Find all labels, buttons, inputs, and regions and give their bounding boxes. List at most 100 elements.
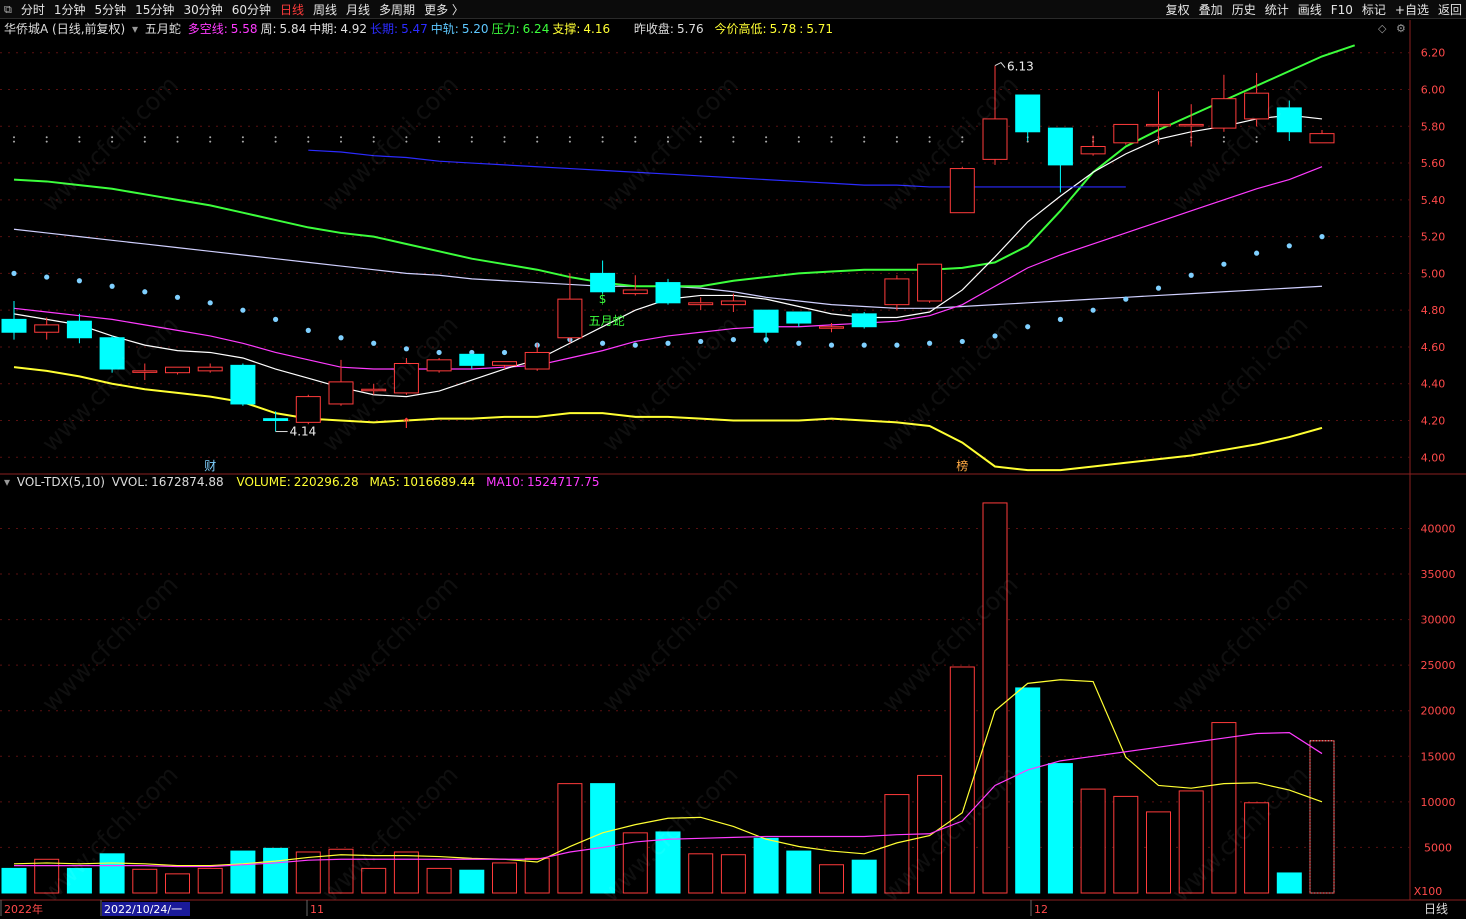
dotted-level — [895, 136, 898, 139]
sar-dot — [796, 340, 802, 346]
dotted-level — [1255, 140, 1258, 143]
candle-body — [753, 309, 779, 333]
price-tick-label: 4.00 — [1421, 451, 1446, 464]
volume-bar — [1276, 872, 1302, 894]
dotted-level — [438, 140, 441, 143]
candle-body — [230, 364, 256, 405]
candle-body — [295, 396, 321, 423]
dotted-level — [405, 136, 408, 139]
sar-dot — [174, 294, 181, 300]
volume-tick-label: 30000 — [1421, 614, 1456, 627]
sar-dot — [207, 300, 213, 306]
volume-tick-label: 25000 — [1421, 659, 1456, 672]
dotted-level — [568, 136, 571, 139]
candle-body — [1211, 98, 1237, 129]
candle-body — [197, 366, 223, 372]
sar-dot — [861, 342, 867, 348]
price-tick-label: 6.20 — [1421, 47, 1446, 60]
dotted-level — [340, 136, 342, 139]
sar-dot — [894, 342, 900, 348]
sar-dot — [1188, 272, 1194, 278]
candle-body — [982, 118, 1008, 160]
sar-dot — [1254, 250, 1260, 256]
dotted-level — [1222, 136, 1225, 139]
dotted-level — [699, 136, 702, 139]
candle-body — [1080, 146, 1106, 155]
candle-body — [1, 318, 27, 333]
volume-bar — [1113, 795, 1139, 894]
dotted-level — [601, 140, 604, 143]
price-tick-label: 5.80 — [1421, 120, 1446, 133]
candle-body — [66, 320, 92, 339]
candle-body — [1047, 127, 1073, 166]
sar-dot — [1286, 243, 1292, 249]
dotted-level — [503, 140, 506, 143]
dotted-level — [536, 140, 539, 143]
candle-body — [361, 388, 387, 392]
support-line — [13, 366, 1323, 472]
sar-dot — [273, 316, 279, 322]
stock-chart[interactable]: 6.20 6.00 5.80 5.60 5.40 5.20 5.00 4.80 4.60 4.40… — [0, 0, 1466, 919]
volume-bar — [1015, 687, 1041, 894]
dotted-level — [274, 140, 277, 143]
dotted-level — [568, 140, 571, 143]
sar-dot — [76, 278, 82, 284]
candle-body — [1146, 123, 1171, 127]
sar-dot — [1123, 296, 1129, 302]
sar-dot — [730, 336, 737, 343]
period-label: 日线 — [1424, 902, 1448, 916]
volume-bar — [786, 850, 812, 894]
volume-bar — [34, 858, 60, 894]
dotted-level — [765, 140, 768, 143]
candle-body — [492, 361, 517, 366]
dotted-level — [928, 140, 931, 143]
marker-bang: 榜 — [956, 458, 968, 473]
volume-bar — [132, 868, 158, 894]
sar-dot — [600, 340, 606, 346]
volume-tick-label: 15000 — [1421, 750, 1456, 763]
volume-bar — [819, 864, 844, 894]
dotted-level — [601, 136, 604, 139]
volume-bar — [66, 867, 92, 894]
buy-arrow-icon: ↑ — [401, 416, 413, 432]
dotted-level — [111, 140, 114, 143]
dotted-level — [78, 136, 81, 139]
dotted-level — [209, 140, 212, 143]
sar-dot — [828, 342, 835, 348]
candle-body — [655, 282, 681, 304]
volume-bar — [197, 867, 223, 894]
volume-tick-label: 20000 — [1421, 705, 1456, 718]
dotted-level — [634, 136, 637, 139]
sar-dot — [403, 346, 409, 352]
volume-bar — [753, 837, 779, 894]
volume-bar — [655, 831, 681, 894]
dotted-level — [797, 136, 800, 139]
dotted-level — [470, 136, 473, 139]
sar-dot — [44, 274, 50, 280]
dotted-level — [45, 140, 48, 143]
price-tick-label: 4.80 — [1421, 304, 1446, 317]
candle-body — [917, 263, 943, 302]
volume-bar — [165, 873, 190, 894]
dotted-level — [1255, 136, 1258, 139]
sar-dot — [11, 270, 17, 276]
dotted-level — [45, 136, 48, 139]
candle-body — [1276, 107, 1302, 133]
dotted-level — [470, 140, 473, 143]
sar-dot — [240, 307, 246, 313]
candle-body — [34, 324, 60, 333]
price-tick-label: 5.20 — [1421, 231, 1446, 244]
sar-dot — [436, 349, 442, 356]
volume-bar — [851, 859, 877, 894]
dotted-level — [1222, 140, 1225, 143]
dotted-level — [340, 140, 342, 143]
dotted-level — [13, 136, 15, 139]
dotted-level — [503, 136, 506, 139]
date-label: 2022年 — [4, 902, 43, 916]
volume-bar — [459, 869, 485, 894]
price-tick-label: 4.60 — [1421, 341, 1446, 354]
volume-bar — [1244, 802, 1270, 894]
volume-bar — [720, 854, 746, 894]
dotted-level — [765, 136, 768, 139]
candle-body — [393, 363, 419, 394]
